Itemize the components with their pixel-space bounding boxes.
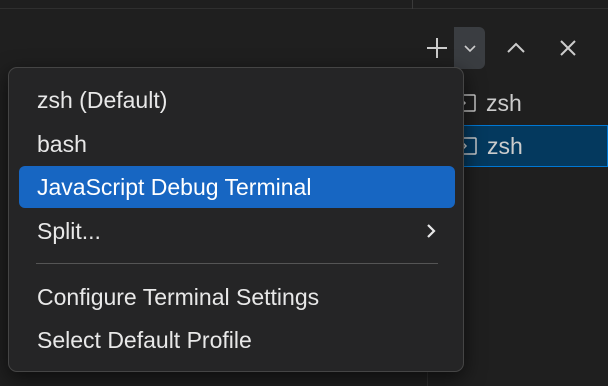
menu-item-bash[interactable]: bash xyxy=(19,123,455,165)
terminal-tab-label: zsh xyxy=(486,89,522,116)
menu-item-zsh-default[interactable]: zsh (Default) xyxy=(19,79,455,121)
menu-item-split[interactable]: Split... xyxy=(19,210,455,252)
plus-icon xyxy=(426,38,447,58)
menu-item-label: zsh (Default) xyxy=(37,86,168,113)
menu-item-label: bash xyxy=(37,130,87,157)
menu-item-javascript-debug-terminal[interactable]: JavaScript Debug Terminal xyxy=(19,166,455,208)
menu-item-configure-terminal-settings[interactable]: Configure Terminal Settings xyxy=(19,276,455,318)
terminal-profile-dropdown-button[interactable] xyxy=(454,27,485,69)
chevron-down-icon xyxy=(463,45,476,53)
new-terminal-button[interactable] xyxy=(419,27,454,69)
menu-item-label: Split... xyxy=(37,217,101,244)
menu-item-label: JavaScript Debug Terminal xyxy=(37,173,312,200)
terminal-panel: zsh zsh zsh (Default) bash JavaScript De… xyxy=(0,0,608,386)
panel-top-divider xyxy=(412,0,413,9)
menu-separator xyxy=(36,263,438,264)
chevron-right-icon xyxy=(427,224,436,238)
menu-item-label: Configure Terminal Settings xyxy=(37,283,320,310)
terminal-tab-label: zsh xyxy=(487,132,523,159)
maximize-panel-button[interactable] xyxy=(500,30,532,66)
close-panel-button[interactable] xyxy=(552,30,584,66)
submenu-arrow xyxy=(423,210,439,252)
menu-item-label: Select Default Profile xyxy=(37,326,252,353)
panel-top-border xyxy=(0,8,608,9)
new-terminal-split-button[interactable] xyxy=(419,27,485,69)
terminal-profile-menu: zsh (Default) bash JavaScript Debug Term… xyxy=(8,67,464,372)
close-icon xyxy=(560,40,576,56)
menu-item-select-default-profile[interactable]: Select Default Profile xyxy=(19,319,455,361)
chevron-up-icon xyxy=(507,42,525,53)
